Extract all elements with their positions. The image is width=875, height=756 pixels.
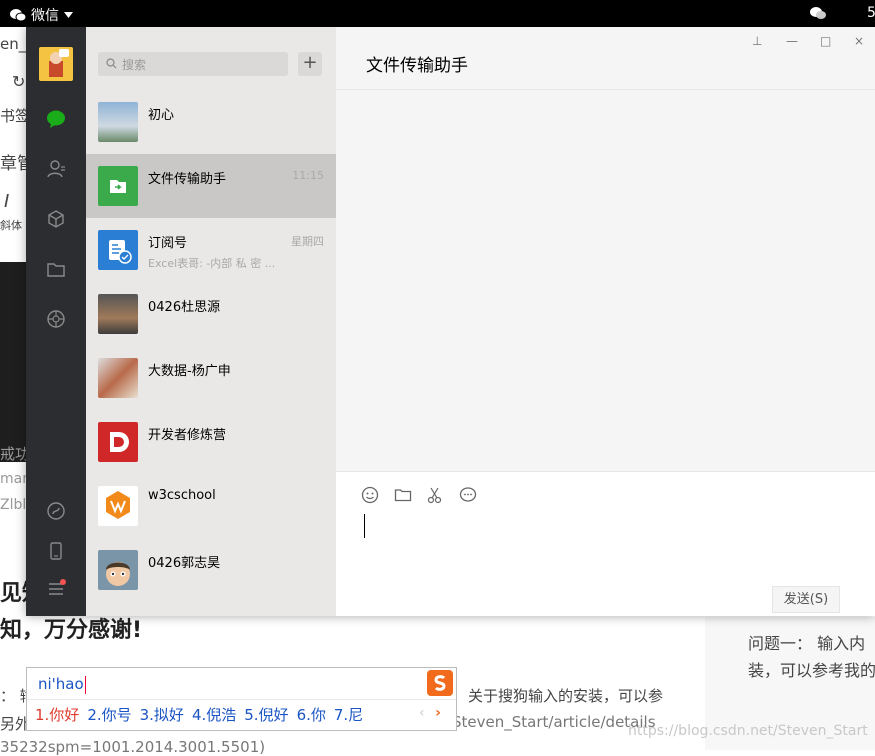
chat-name: 初心: [148, 108, 175, 123]
chat-name: 0426郭志昊: [148, 556, 221, 571]
user-avatar[interactable]: [39, 47, 73, 81]
chevron-right-icon[interactable]: ›: [435, 705, 441, 721]
ime-caret: [84, 675, 86, 694]
chat-item[interactable]: 订阅号 星期四 Excel表哥: -内部 私 密 ...: [86, 218, 336, 282]
chat-name: 开发者修炼营: [148, 428, 227, 443]
file-transfer-icon: [98, 166, 138, 206]
chat-panel: ⊥ — □ × 文件传输助手 发送(S): [336, 27, 875, 616]
phone-icon[interactable]: [46, 541, 66, 561]
favorites-cube-icon[interactable]: [46, 209, 66, 229]
message-input-area[interactable]: 发送(S): [336, 472, 875, 616]
minimize-icon[interactable]: —: [786, 34, 798, 48]
chat-item[interactable]: 0426郭志昊: [86, 538, 336, 602]
ime-candidate[interactable]: 2.你号: [87, 706, 131, 724]
chat-item[interactable]: 初心: [86, 90, 336, 154]
caret-down-icon: [64, 12, 73, 18]
chat-name: 文件传输助手: [148, 172, 227, 187]
pin-icon[interactable]: ⊥: [752, 34, 762, 48]
search-icon: [106, 58, 117, 69]
ime-candidate[interactable]: 5.倪好: [244, 706, 288, 724]
app-name: 微信: [31, 8, 59, 24]
close-icon[interactable]: ×: [854, 34, 864, 48]
chat-bubble-icon[interactable]: [459, 486, 477, 504]
app-menu[interactable]: 微信: [10, 5, 73, 25]
wechat-window: 搜索 + 初心 文件传输助手 11:15 订阅号 星期四 Excel表哥: -内…: [26, 27, 875, 616]
wechat-sidebar: [26, 27, 86, 616]
cartoon-boy-icon: [98, 550, 138, 590]
bg-snippet: I: [4, 191, 10, 212]
menu-icon[interactable]: [46, 579, 66, 599]
chat-time: 11:15: [292, 169, 324, 182]
folder-icon[interactable]: [394, 486, 412, 504]
wechat-tray-icon[interactable]: [810, 6, 826, 20]
chat-name: 大数据-杨广申: [148, 364, 231, 379]
ime-pinyin: ni'hao: [38, 675, 84, 693]
chevron-left-icon[interactable]: ‹: [419, 705, 425, 721]
chat-list-panel: 搜索 + 初心 文件传输助手 11:15 订阅号 星期四 Excel表哥: -内…: [86, 27, 336, 616]
ime-page-nav: ‹ ›: [419, 705, 441, 721]
bg-line: Steven_Start/article/details: [452, 713, 656, 731]
refresh-icon: ↻: [12, 72, 26, 91]
avatar-figure-icon: [49, 49, 69, 77]
bg-dark-panel: [0, 262, 27, 462]
chat-name: 订阅号: [148, 236, 188, 251]
folder-icon[interactable]: [46, 259, 66, 279]
search-input[interactable]: 搜索: [98, 52, 288, 76]
chat-item[interactable]: 大数据-杨广申: [86, 346, 336, 410]
ime-candidate[interactable]: 1.你好: [35, 706, 79, 724]
send-button[interactable]: 发送(S): [772, 586, 840, 613]
tray-number: 5: [867, 5, 875, 21]
ime-candidate-box: ni'hao 1.你好 2.你号 3.拟好 4.倪浩 5.倪好 6.你 7.尼 ‹ ›: [26, 667, 457, 731]
bg-line: 关于搜狗输入的安装，可以参: [468, 687, 664, 705]
chat-name: 0426杜思源: [148, 300, 221, 315]
chat-item[interactable]: 0426杜思源: [86, 282, 336, 346]
chat-item-selected[interactable]: 文件传输助手 11:15: [86, 154, 336, 218]
chat-name: w3cschool: [148, 488, 216, 503]
maximize-icon[interactable]: □: [820, 34, 831, 48]
bg-snippet: 知，万分感谢!: [0, 618, 143, 643]
chat-title: 文件传输助手: [366, 56, 468, 76]
d-logo-icon: [98, 422, 138, 462]
photo-icon: [98, 294, 138, 334]
text-caret: [364, 514, 365, 538]
chat-icon[interactable]: [46, 109, 66, 129]
ime-candidate[interactable]: 4.倪浩: [192, 706, 236, 724]
ime-candidate[interactable]: 3.拟好: [140, 706, 184, 724]
bg-line: 问题一： 输入内: [748, 634, 866, 653]
ime-candidate[interactable]: 7.尼: [334, 706, 363, 724]
search-placeholder: 搜索: [122, 58, 147, 72]
chat-item[interactable]: w3cschool: [86, 474, 336, 538]
ime-composition: ni'hao: [38, 675, 86, 694]
divider: [336, 89, 875, 90]
bg-snippet: 斜体: [0, 219, 22, 232]
divider: [27, 699, 456, 700]
wechat-icon: [10, 9, 26, 22]
bg-snippet: Zlbl: [0, 497, 27, 513]
photo-icon: [98, 358, 138, 398]
w3c-logo-icon: [98, 486, 138, 526]
photo-icon: [98, 102, 138, 142]
chat-preview: Excel表哥: -内部 私 密 ...: [148, 257, 276, 270]
mini-program-icon[interactable]: [46, 501, 66, 521]
add-button[interactable]: +: [298, 52, 322, 76]
chat-item[interactable]: 开发者修炼营: [86, 410, 336, 474]
emoji-icon[interactable]: [361, 486, 379, 504]
contacts-icon[interactable]: [46, 159, 66, 179]
ime-candidate[interactable]: 6.你: [297, 706, 326, 724]
moments-icon[interactable]: [46, 309, 66, 329]
bg-line: 装，可以参考我的: [748, 661, 875, 680]
top-system-bar: 微信 5: [0, 0, 875, 27]
ime-candidates: 1.你好 2.你号 3.拟好 4.倪浩 5.倪好 6.你 7.尼: [35, 704, 371, 725]
scissors-icon[interactable]: [426, 486, 444, 504]
bg-line: 35232spm=1001.2014.3001.5501): [0, 738, 266, 756]
subscription-icon: [98, 230, 138, 270]
chat-time: 星期四: [291, 235, 324, 248]
sogou-logo-icon[interactable]: [427, 670, 453, 696]
watermark: https://blog.csdn.net/Steven_Start: [628, 723, 868, 739]
